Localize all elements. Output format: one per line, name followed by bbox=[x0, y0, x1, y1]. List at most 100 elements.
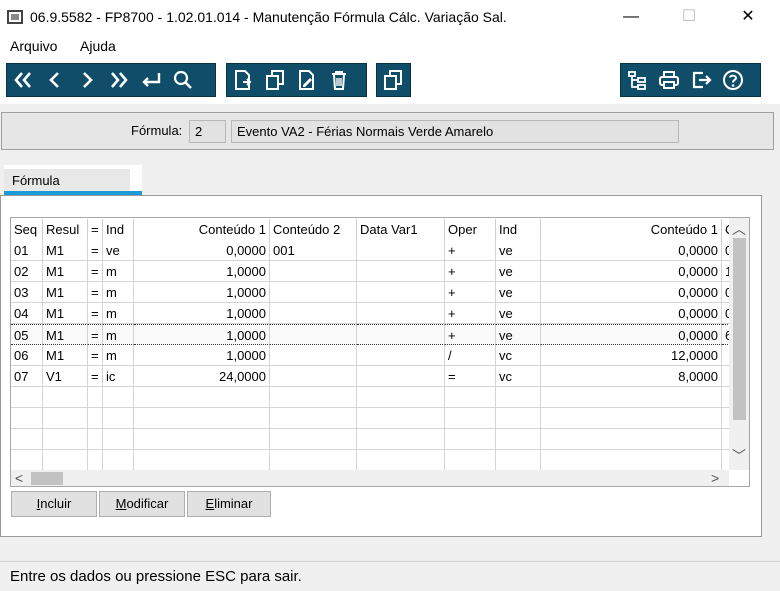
formula-description-field[interactable]: Evento VA2 - Férias Normais Verde Amarel… bbox=[231, 120, 679, 143]
col-conteudo1-cell[interactable]: 1,0000 bbox=[134, 261, 270, 282]
col-ind-cell[interactable]: m bbox=[103, 303, 134, 324]
previous-icon[interactable] bbox=[39, 63, 71, 97]
col-conteudo1-cell[interactable]: 0,0000 bbox=[134, 240, 270, 261]
col-conteudo1b-cell[interactable]: 12,0000 bbox=[541, 345, 722, 366]
exit-icon[interactable] bbox=[685, 63, 717, 97]
col-conteudo1-cell[interactable] bbox=[134, 450, 270, 470]
tab-formula[interactable]: Fórmula bbox=[4, 165, 142, 195]
incluir-button[interactable]: Incluir bbox=[11, 491, 97, 517]
col-ind-header[interactable]: Ind bbox=[103, 219, 134, 240]
col-c-cell[interactable] bbox=[722, 450, 729, 470]
last-icon[interactable] bbox=[103, 63, 135, 97]
next-icon[interactable] bbox=[71, 63, 103, 97]
col-conteudo1-cell[interactable]: 1,0000 bbox=[134, 345, 270, 366]
scroll-left-icon[interactable]: < bbox=[15, 470, 23, 486]
col-resul-cell[interactable]: M1 bbox=[43, 282, 88, 303]
col-conteudo2-cell[interactable] bbox=[270, 429, 357, 450]
col-conteudo1-cell[interactable]: 1,0000 bbox=[134, 324, 270, 345]
col-conteudo1b-cell[interactable] bbox=[541, 429, 722, 450]
col-ind-cell[interactable]: m bbox=[103, 261, 134, 282]
col-conteudo1-cell[interactable] bbox=[134, 408, 270, 429]
col-conteudo2-cell[interactable] bbox=[270, 408, 357, 429]
first-icon[interactable] bbox=[7, 63, 39, 97]
horizontal-scroll-thumb[interactable] bbox=[31, 472, 63, 485]
col-ind-cell[interactable]: m bbox=[103, 324, 134, 345]
col-conteudo1b-cell[interactable]: 0,0000 bbox=[541, 324, 722, 345]
col-conteudo2-cell[interactable]: 001 bbox=[270, 240, 357, 261]
col-resul-cell[interactable]: M1 bbox=[43, 240, 88, 261]
col-c-cell[interactable]: 6 bbox=[722, 324, 729, 345]
col-data-var1-cell[interactable] bbox=[357, 324, 445, 345]
col-ind2-cell[interactable] bbox=[496, 408, 541, 429]
col-seq-cell[interactable]: 01 bbox=[11, 240, 43, 261]
table-row[interactable]: 02M1=m1,0000 +ve0,00001 bbox=[11, 261, 729, 282]
table-row[interactable]: 07 V1 = ic 24,0000 = vc 8,0000 bbox=[11, 366, 729, 387]
col-conteudo1-cell[interactable]: 24,0000 bbox=[134, 366, 270, 387]
col-c-cell[interactable]: 0 bbox=[722, 240, 729, 261]
col-conteudo1-cell[interactable]: 1,0000 bbox=[134, 282, 270, 303]
table-row-empty[interactable] bbox=[11, 387, 729, 408]
table-row[interactable]: 06 M1 = m 1,0000 /vc 12,0000 bbox=[11, 345, 729, 366]
col-conteudo1-header[interactable]: Conteúdo 1 bbox=[134, 219, 270, 240]
col-data-var1-cell[interactable] bbox=[357, 282, 445, 303]
col-oper-cell[interactable]: + bbox=[445, 261, 496, 282]
vertical-scroll-thumb[interactable] bbox=[733, 238, 746, 420]
col-conteudo2-cell[interactable] bbox=[270, 366, 357, 387]
col-resul-cell[interactable] bbox=[43, 387, 88, 408]
scroll-down-icon[interactable]: ﹀ bbox=[732, 446, 746, 466]
col-data-var1-cell[interactable] bbox=[357, 429, 445, 450]
col-eq-cell[interactable] bbox=[88, 408, 103, 429]
table-row-empty[interactable] bbox=[11, 429, 729, 450]
col-ind2-cell[interactable]: ve bbox=[496, 303, 541, 324]
col-conteudo2-cell[interactable] bbox=[270, 261, 357, 282]
col-ind-cell[interactable]: ve bbox=[103, 240, 134, 261]
col-ind-cell[interactable] bbox=[103, 387, 134, 408]
col-eq-cell[interactable]: = bbox=[88, 345, 103, 366]
col-ind2-cell[interactable] bbox=[496, 450, 541, 470]
col-resul-cell[interactable] bbox=[43, 429, 88, 450]
table-row[interactable]: 04M1=m1,0000 +ve0,00000 bbox=[11, 303, 729, 324]
col-eq-cell[interactable]: = bbox=[88, 324, 103, 345]
duplicate-icon[interactable] bbox=[377, 63, 409, 97]
col-resul-cell[interactable]: M1 bbox=[43, 324, 88, 345]
col-eq-cell[interactable] bbox=[88, 387, 103, 408]
col-c-cell[interactable] bbox=[722, 345, 729, 366]
col-data-var1-header[interactable]: Data Var1 bbox=[357, 219, 445, 240]
col-c-cell[interactable] bbox=[722, 408, 729, 429]
help-icon[interactable] bbox=[717, 63, 749, 97]
col-seq-cell[interactable]: 07 bbox=[11, 366, 43, 387]
close-button[interactable]: ✕ bbox=[725, 0, 771, 34]
table-row[interactable]: 05M1=m1,0000 +ve0,00006 bbox=[11, 324, 729, 345]
col-conteudo2-cell[interactable] bbox=[270, 303, 357, 324]
col-c-cell[interactable] bbox=[722, 387, 729, 408]
col-oper-cell[interactable]: + bbox=[445, 303, 496, 324]
col-conteudo2-cell[interactable] bbox=[270, 387, 357, 408]
copy-icon[interactable] bbox=[259, 63, 291, 97]
col-c-cell[interactable] bbox=[722, 429, 729, 450]
col-resul-cell[interactable]: M1 bbox=[43, 261, 88, 282]
col-conteudo1b-header[interactable]: Conteúdo 1 bbox=[541, 219, 722, 240]
col-data-var1-cell[interactable] bbox=[357, 366, 445, 387]
col-ind-cell[interactable]: m bbox=[103, 345, 134, 366]
col-ind2-cell[interactable]: vc bbox=[496, 366, 541, 387]
col-ind-cell[interactable] bbox=[103, 429, 134, 450]
col-oper-cell[interactable] bbox=[445, 408, 496, 429]
col-resul-header[interactable]: Resul bbox=[43, 219, 88, 240]
col-ind2-header[interactable]: Ind bbox=[496, 219, 541, 240]
col-seq-cell[interactable]: 04 bbox=[11, 303, 43, 324]
print-icon[interactable] bbox=[653, 63, 685, 97]
table-row[interactable]: 03M1=m1,0000 +ve0,00000 bbox=[11, 282, 729, 303]
vertical-scrollbar[interactable]: ︿ ﹀ bbox=[729, 218, 749, 470]
col-oper-cell[interactable]: + bbox=[445, 324, 496, 345]
col-seq-cell[interactable]: 02 bbox=[11, 261, 43, 282]
col-conteudo1b-cell[interactable]: 0,0000 bbox=[541, 261, 722, 282]
col-conteudo1b-cell[interactable]: 0,0000 bbox=[541, 240, 722, 261]
col-oper-header[interactable]: Oper bbox=[445, 219, 496, 240]
col-oper-cell[interactable]: + bbox=[445, 282, 496, 303]
col-data-var1-cell[interactable] bbox=[357, 387, 445, 408]
col-seq-cell[interactable] bbox=[11, 387, 43, 408]
formula-grid[interactable]: Seq Resul = Ind Conteúdo 1 Conteúdo 2 Data Var… bbox=[10, 217, 750, 487]
horizontal-scrollbar[interactable]: < > bbox=[11, 470, 729, 486]
col-seq-cell[interactable] bbox=[11, 408, 43, 429]
col-conteudo2-cell[interactable] bbox=[270, 324, 357, 345]
